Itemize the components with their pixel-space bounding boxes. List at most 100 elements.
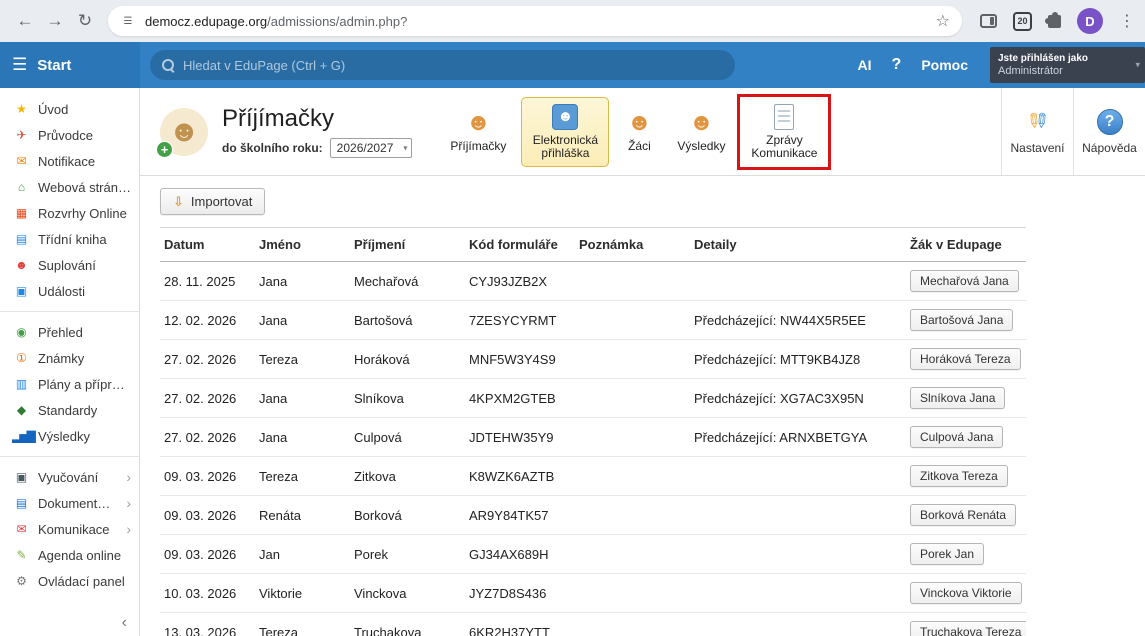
sidebar-item-vyucovani[interactable]: ▣Vyučování›: [0, 464, 139, 490]
sidebar-item-znamky[interactable]: ①Známky: [0, 345, 139, 371]
import-button-label: Importovat: [191, 194, 252, 209]
help-question-icon[interactable]: ?: [892, 56, 902, 74]
cell-jmeno: Viktorie: [255, 574, 350, 613]
plus-badge-icon: +: [156, 141, 173, 158]
session-user-menu[interactable]: Jste přihlášen jako Administrátor ▾: [990, 47, 1145, 83]
tab-elektronicka-prihlaska[interactable]: ☻Elektronická přihláška: [521, 97, 609, 167]
student-link-button[interactable]: Truchakova Tereza: [910, 621, 1026, 636]
cell-poznamka: [575, 262, 690, 301]
start-menu-button[interactable]: ☰ Start: [0, 42, 140, 88]
sidebar-item-label: Známky: [38, 351, 84, 366]
ai-button[interactable]: AI: [858, 57, 872, 73]
table-row[interactable]: 09. 03. 2026JanPorekGJ34AX689HPorek Jan: [160, 535, 1026, 574]
cell-prijmeni: Porek: [350, 535, 465, 574]
documents-icon: ▤: [12, 497, 29, 509]
global-search[interactable]: [150, 50, 735, 80]
cell-poznamka: [575, 574, 690, 613]
sidebar-collapse-button[interactable]: ‹: [122, 614, 127, 632]
cell-detaily: Předcházející: NW44X5R5EE: [690, 301, 906, 340]
sidebar-item-komunikace[interactable]: ✉Komunikace›: [0, 516, 139, 542]
cell-jmeno: Jana: [255, 301, 350, 340]
cell-poznamka: [575, 613, 690, 636]
forward-button[interactable]: →: [40, 6, 70, 36]
sidebar-item-label: Průvodce: [38, 128, 93, 143]
admissions-body: ⇩ Importovat DatumJménoPříjmeníKód formu…: [140, 176, 1145, 636]
sidebar-item-rozvrhy-online[interactable]: ▦Rozvrhy Online: [0, 200, 139, 226]
school-year-select[interactable]: 2026/2027 ▾: [330, 138, 413, 158]
table-row[interactable]: 28. 11. 2025JanaMechařováCYJ93JZB2XMecha…: [160, 262, 1026, 301]
extension-badge[interactable]: 20: [1013, 12, 1032, 31]
guide-wand-icon: ✈: [12, 129, 29, 141]
cell-zak: Borková Renáta: [906, 496, 1026, 535]
bookmark-star-icon[interactable]: ☆: [936, 11, 950, 31]
student-link-button[interactable]: Borková Renáta: [910, 504, 1016, 526]
cell-prijmeni: Borková: [350, 496, 465, 535]
sidebar-item-dokumentace[interactable]: ▤Dokumentace›: [0, 490, 139, 516]
tab-zpravy-komunikace[interactable]: Zprávy Komunikace: [740, 97, 828, 167]
sidebar-item-ovladaci-panel[interactable]: ⚙Ovládací panel: [0, 568, 139, 594]
sidebar-item-label: Události: [38, 284, 85, 299]
table-row[interactable]: 27. 02. 2026TerezaHorákováMNF5W3Y4S9Před…: [160, 340, 1026, 379]
cell-zak: Zitkova Tereza: [906, 457, 1026, 496]
student-link-button[interactable]: Zitkova Tereza: [910, 465, 1008, 487]
sidebar-item-notifikace[interactable]: ✉Notifikace: [0, 148, 139, 174]
table-row[interactable]: 09. 03. 2026TerezaZitkovaK8WZK6AZTBZitko…: [160, 457, 1026, 496]
cell-detaily: [690, 535, 906, 574]
cell-datum: 09. 03. 2026: [160, 535, 255, 574]
sidebar-item-plany-a-pripravy[interactable]: ▥Plány a přípravy: [0, 371, 139, 397]
browser-menu-icon[interactable]: ⋮: [1119, 11, 1135, 31]
reload-button[interactable]: ↻: [70, 6, 100, 36]
table-row[interactable]: 12. 02. 2026JanaBartošová7ZESYCYRMTPředc…: [160, 301, 1026, 340]
sidebar-item-webova-stranka[interactable]: ⌂Webová stránka: [0, 174, 139, 200]
napoveda-button[interactable]: ?Nápověda: [1073, 88, 1145, 175]
table-row[interactable]: 27. 02. 2026JanaSlníkova4KPXM2GTEBPředch…: [160, 379, 1026, 418]
cell-detaily: Předcházející: ARNXBETGYA: [690, 418, 906, 457]
sidebar-item-agenda-online[interactable]: ✎Agenda online: [0, 542, 139, 568]
chevron-right-icon: ›: [126, 522, 131, 536]
calendar-icon: ▣: [12, 285, 29, 297]
tab-label: Elektronická přihláška: [529, 134, 601, 160]
nastaveni-button[interactable]: ✎✎Nastavení: [1001, 88, 1073, 175]
sidebar-item-label: Vyučování: [38, 470, 98, 485]
student-link-button[interactable]: Mechařová Jana: [910, 270, 1019, 292]
table-row[interactable]: 27. 02. 2026JanaCulpováJDTEHW35Y9Předchá…: [160, 418, 1026, 457]
import-button[interactable]: ⇩ Importovat: [160, 188, 265, 215]
student-link-button[interactable]: Porek Jan: [910, 543, 984, 565]
back-button[interactable]: ←: [10, 6, 40, 36]
sidebar-item-suplovani[interactable]: ☻Suplování: [0, 252, 139, 278]
hamburger-menu-icon: ☰: [12, 55, 27, 75]
table-row[interactable]: 10. 03. 2026ViktorieVinckovaJYZ7D8S436Vi…: [160, 574, 1026, 613]
extensions-puzzle-icon[interactable]: [1048, 15, 1061, 28]
search-input[interactable]: [183, 58, 723, 73]
overview-icon: ◉: [12, 326, 29, 338]
sidebar-item-prehled[interactable]: ◉Přehled: [0, 319, 139, 345]
sidebar-item-label: Ovládací panel: [38, 574, 125, 589]
pen-icon: ✎: [12, 549, 29, 561]
browser-profile-avatar[interactable]: D: [1077, 8, 1103, 34]
table-row[interactable]: 13. 03. 2026TerezaTruchakova6KR2H37YTTTr…: [160, 613, 1026, 636]
table-row[interactable]: 09. 03. 2026RenátaBorkováAR9Y84TK57Borko…: [160, 496, 1026, 535]
site-settings-icon[interactable]: ☰: [120, 13, 136, 29]
student-link-button[interactable]: Horáková Tereza: [910, 348, 1021, 370]
student-link-button[interactable]: Slníkova Jana: [910, 387, 1005, 409]
address-bar[interactable]: ☰ democz.edupage.org/admissions/admin.ph…: [108, 6, 962, 36]
sidebar-item-udalosti[interactable]: ▣ Události: [0, 278, 139, 304]
sidebar-item-pruvodce[interactable]: ✈ Průvodce: [0, 122, 139, 148]
sidebar-divider: [0, 456, 139, 457]
table-head-row: DatumJménoPříjmeníKód formulářePoznámkaD…: [160, 228, 1026, 262]
tab-prijimacky[interactable]: ☻Příjímačky: [442, 103, 514, 160]
sidebar-item-uvod[interactable]: ★Úvod: [0, 96, 139, 122]
sidebar-item-tridni-kniha[interactable]: ▤Třídní kniha: [0, 226, 139, 252]
tab-vysledky[interactable]: ☻Výsledky: [669, 103, 733, 160]
page-title: Příjímačky: [222, 105, 412, 133]
cell-poznamka: [575, 535, 690, 574]
student-link-button[interactable]: Vinckova Viktorie: [910, 582, 1022, 604]
sidebar-item-vysledky[interactable]: ▂▅▇Výsledky: [0, 423, 139, 449]
student-link-button[interactable]: Culpová Jana: [910, 426, 1003, 448]
sidebar-item-standardy[interactable]: ◆Standardy: [0, 397, 139, 423]
tab-zaci[interactable]: ☻Žáci: [616, 103, 662, 160]
house-icon: ⌂: [12, 181, 29, 193]
help-button[interactable]: Pomoc: [921, 57, 968, 73]
student-link-button[interactable]: Bartošová Jana: [910, 309, 1013, 331]
side-panel-icon[interactable]: [980, 14, 997, 28]
